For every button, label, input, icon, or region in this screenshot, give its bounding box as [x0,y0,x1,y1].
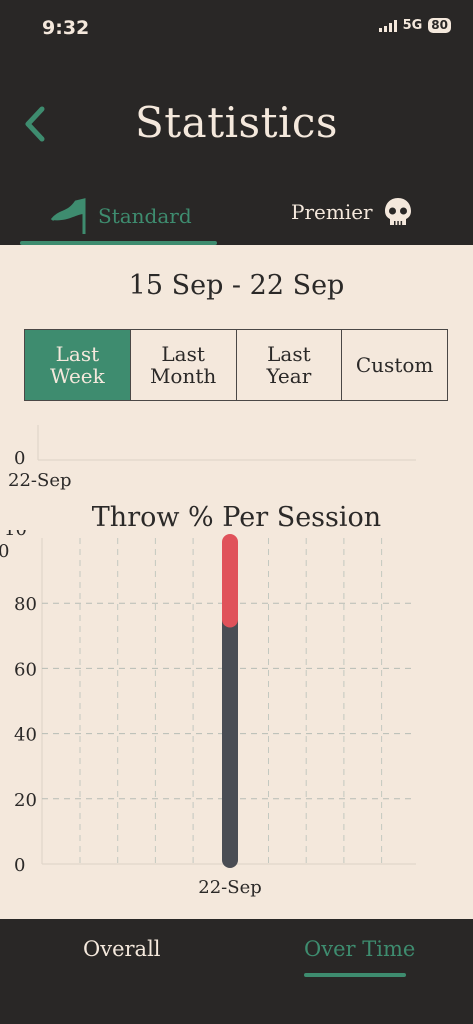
tab-standard[interactable]: Standard [48,196,192,236]
y-tick-label: 10 [4,530,27,540]
top-bar: 9:32 5G 80 Statistics Standard Premier [0,0,473,245]
tab-premier-label: Premier [291,200,373,224]
y-tick-label: 20 [14,790,37,811]
bottom-bar [0,919,473,1024]
throw-chart: 02040608010022-Sep [0,530,416,898]
network-label: 5G [402,18,423,33]
y-tick-label: 60 [14,659,37,680]
y-tick-label: 0 [14,855,25,876]
tab-overall[interactable]: Overall [83,937,161,961]
chart-title: Throw % Per Session [91,502,382,533]
status-time: 9:32 [42,17,90,39]
date-range: 15 Sep - 22 Sep [128,270,345,301]
y-tick-label: 40 [14,725,37,746]
bottom-tab-indicator [304,973,406,977]
period-last-week[interactable]: Last Week [25,330,131,400]
status-indicators: 5G 80 [378,18,451,33]
tab-indicator [20,241,217,245]
tab-standard-label: Standard [98,204,192,228]
signal-icon [378,19,397,32]
page-title: Statistics [135,98,338,147]
period-custom[interactable]: Custom [342,330,447,400]
tab-over-time[interactable]: Over Time [304,937,415,961]
skull-icon [384,198,411,225]
flag-icon [50,198,86,234]
tab-premier[interactable]: Premier [291,196,413,228]
top-chart-y-label: 0 [14,448,26,469]
bar-segment-red-join [222,615,238,620]
y-tick-label: 80 [14,594,37,615]
period-last-year[interactable]: Last Year [237,330,343,400]
period-last-month[interactable]: Last Month [131,330,237,400]
x-tick-label: 22-Sep [198,877,262,898]
y-tick-label: 0 [0,541,9,562]
battery-icon: 80 [428,18,451,33]
period-selector: Last Week Last Month Last Year Custom [24,329,448,401]
top-chart-x-label: 22-Sep [8,470,72,491]
